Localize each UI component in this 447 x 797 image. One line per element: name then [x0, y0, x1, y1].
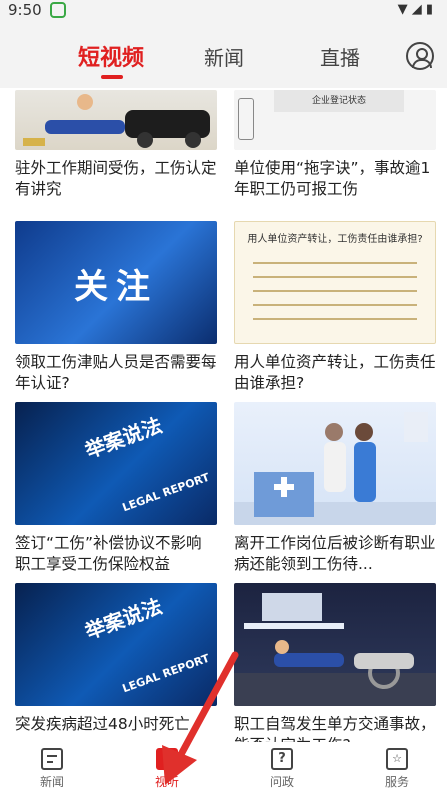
video-thumbnail: 用人单位资产转让，工伤责任由谁承担?	[234, 221, 436, 344]
status-right-icons: ▼ ◢ ▮	[397, 2, 433, 17]
nav-label: 新闻	[39, 775, 64, 789]
bottom-nav-bar: 新闻 视听 ? 问政 ☆ 服务	[0, 742, 447, 797]
video-title: 签订“工伤”补偿协议不影响职工享受工伤保险权益	[15, 534, 202, 573]
active-tab-indicator	[101, 75, 123, 79]
video-thumbnail	[234, 402, 436, 525]
injured-worker-illustration	[23, 94, 210, 148]
video-title: 单位使用“拖字诀”，事故逾1年职工仍可报工伤	[234, 159, 431, 198]
nav-label: 服务	[384, 775, 409, 789]
video-thumbnail: 关注	[15, 221, 217, 344]
thumb-caption: 举案说法	[81, 412, 166, 463]
thumb-subcaption: LEGAL REPORT	[120, 470, 212, 515]
video-card[interactable]: 用人单位资产转让，工伤责任由谁承担? 用人单位资产转让，工伤责任由谁承担?	[234, 221, 436, 394]
traffic-accident-illustration	[234, 593, 436, 706]
video-thumbnail: 企业登记状态	[234, 90, 436, 150]
d-app-icon	[50, 2, 66, 18]
video-card[interactable]: 关注 领取工伤津贴人员是否需要每年认证?	[15, 221, 217, 394]
video-card[interactable]: 职工自驾发生单方交通事故，能否认定为工伤?	[234, 583, 436, 756]
tab-live[interactable]: 直播	[320, 42, 360, 71]
nav-service[interactable]: ☆ 服务	[367, 748, 427, 790]
video-card[interactable]: 驻外工作期间受伤，工伤认定有讲究	[15, 90, 217, 200]
video-title: 领取工伤津贴人员是否需要每年认证?	[15, 353, 217, 392]
nav-video[interactable]: 视听	[137, 748, 197, 790]
phone-icon	[238, 98, 254, 140]
video-title: 用人单位资产转让，工伤责任由谁承担?	[234, 353, 436, 392]
question-icon: ?	[271, 748, 293, 770]
video-card[interactable]: 举案说法 LEGAL REPORT 签订“工伤”补偿协议不影响职工享受工伤保险权…	[15, 402, 217, 575]
thumb-caption: 关注	[74, 267, 158, 307]
tab-short-video[interactable]: 短视频	[78, 40, 144, 72]
service-icon: ☆	[386, 748, 408, 770]
nav-news[interactable]: 新闻	[22, 748, 82, 790]
news-icon	[41, 748, 63, 770]
thumb-caption: 用人单位资产转让，工伤责任由谁承担?	[247, 234, 423, 245]
thumb-subcaption: LEGAL REPORT	[120, 651, 212, 696]
status-time: 9:50	[8, 1, 42, 19]
clinic-illustration	[234, 412, 436, 525]
video-card[interactable]: 举案说法 LEGAL REPORT 突发疾病超过48小时死亡	[15, 583, 217, 756]
top-tab-bar: 短视频 新闻 直播	[0, 22, 447, 88]
video-card[interactable]: 企业登记状态 单位使用“拖字诀”，事故逾1年职工仍可报工伤	[234, 90, 436, 200]
status-bar: 9:50 ▼ ◢ ▮	[0, 0, 447, 22]
tab-news[interactable]: 新闻	[204, 42, 244, 71]
user-avatar-icon[interactable]	[406, 42, 434, 70]
thumb-caption: 举案说法	[81, 593, 166, 644]
video-icon	[156, 748, 178, 770]
nav-inquiry[interactable]: ? 问政	[252, 748, 312, 790]
video-thumbnail: 举案说法 LEGAL REPORT	[15, 402, 217, 525]
nav-label: 问政	[269, 775, 294, 789]
video-thumbnail	[15, 90, 217, 150]
video-title: 驻外工作期间受伤，工伤认定有讲究	[15, 159, 217, 198]
video-card[interactable]: 离开工作岗位后被诊断有职业病还能领到工伤待...	[234, 402, 436, 575]
video-thumbnail: 举案说法 LEGAL REPORT	[15, 583, 217, 706]
nav-label: 视听	[154, 775, 179, 789]
video-title: 离开工作岗位后被诊断有职业病还能领到工伤待...	[234, 534, 436, 573]
video-thumbnail	[234, 583, 436, 706]
thumb-caption: 企业登记状态	[274, 90, 404, 112]
